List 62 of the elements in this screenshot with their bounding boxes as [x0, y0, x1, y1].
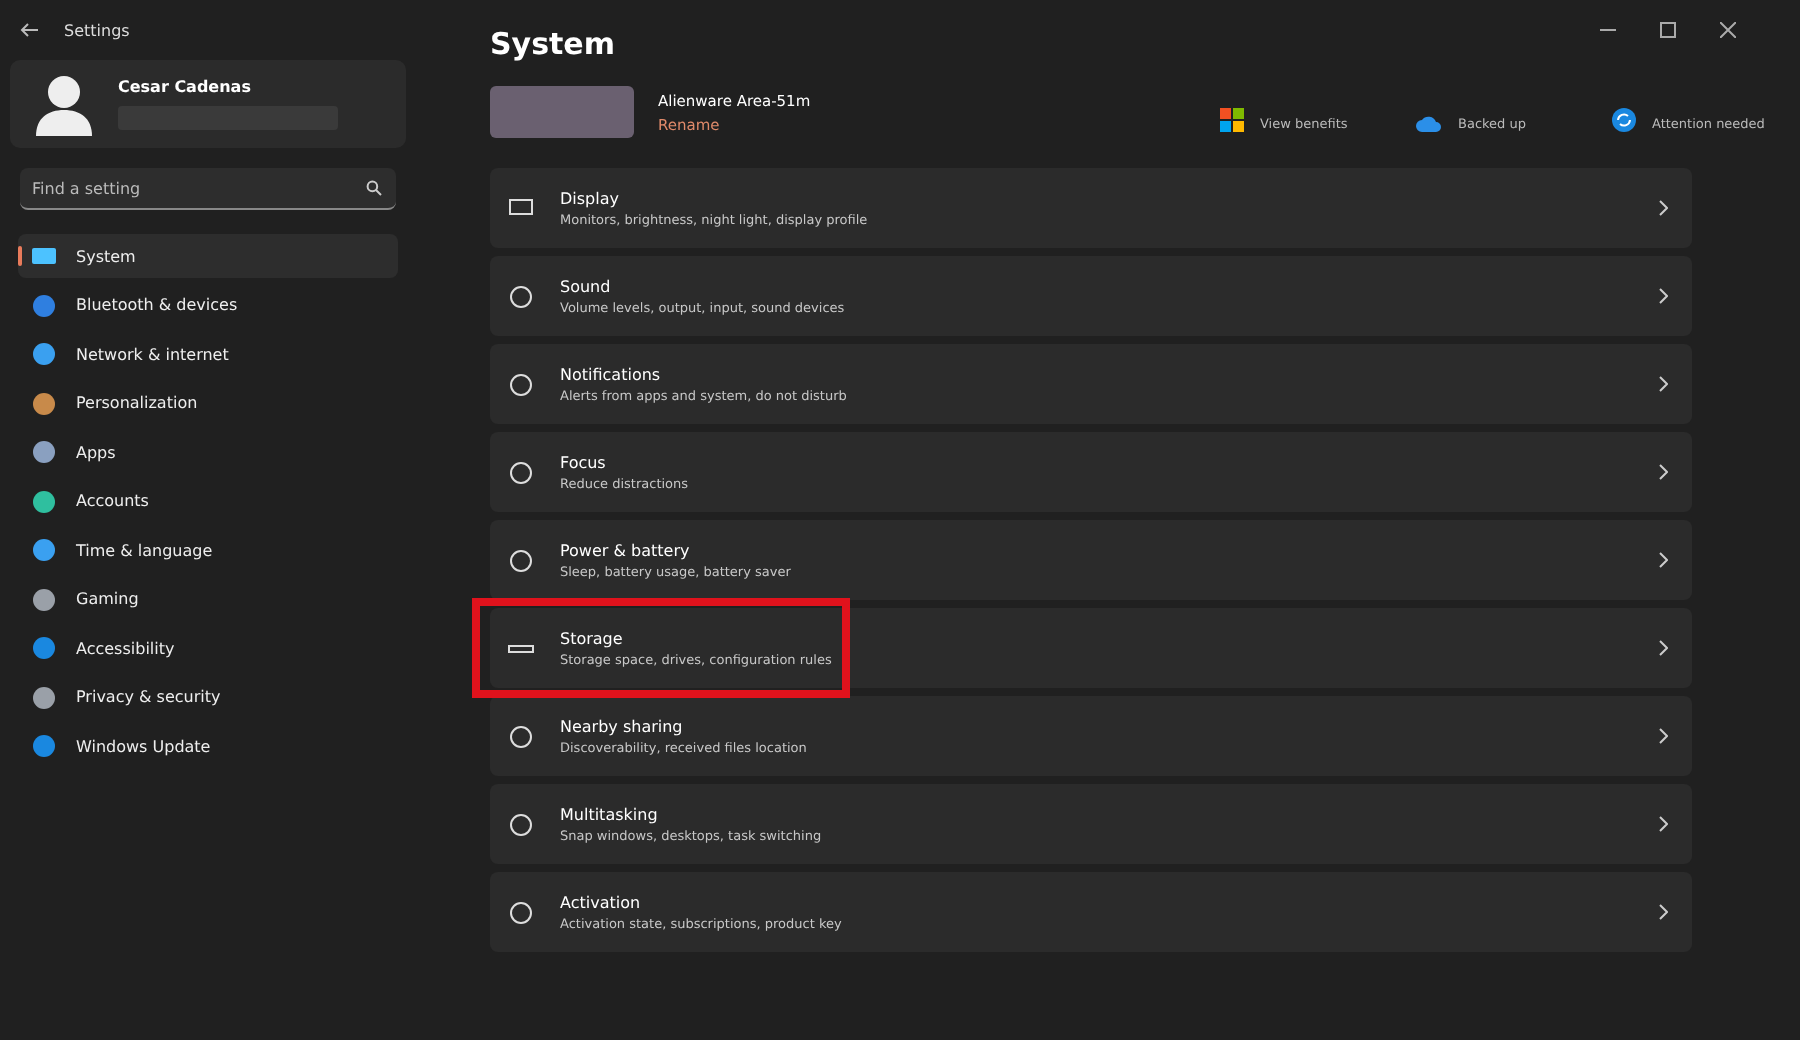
setting-icon	[508, 459, 534, 485]
chevron-right-icon	[1658, 464, 1668, 480]
category-icon	[32, 538, 56, 562]
chevron-right-icon	[1658, 640, 1668, 656]
setting-title: Power & battery	[560, 541, 692, 559]
setting-title: Multitasking	[560, 805, 660, 823]
setting-icon	[508, 899, 534, 925]
sidebar-item[interactable]: Accounts	[18, 479, 398, 523]
setting-title: Notifications	[560, 365, 663, 383]
chevron-right-icon	[1658, 200, 1668, 216]
four-squares-icon	[1220, 108, 1244, 132]
category-icon	[32, 244, 56, 268]
setting-icon	[508, 723, 534, 749]
setting-icon	[508, 283, 534, 309]
sidebar-item[interactable]: Time & language	[18, 528, 398, 572]
sidebar-item[interactable]: Windows Update	[18, 724, 398, 768]
account-name: Cesar Cadenas	[118, 78, 253, 96]
setting-icon	[508, 195, 534, 221]
sidebar-item[interactable]: Network & internet	[18, 332, 398, 376]
avatar-icon	[30, 70, 98, 138]
category-icon	[32, 489, 56, 513]
sidebar-item[interactable]: Personalization	[18, 381, 398, 425]
back-arrow-icon[interactable]	[20, 20, 40, 40]
chevron-right-icon	[1658, 904, 1668, 920]
device-wallpaper-thumbnail	[490, 86, 634, 138]
setting-icon	[508, 371, 534, 397]
cloud-icon	[1416, 116, 1442, 132]
sidebar-item[interactable]: Apps	[18, 430, 398, 474]
chevron-right-icon	[1658, 552, 1668, 568]
sidebar-item[interactable]: Privacy & security	[18, 675, 398, 719]
search-icon	[366, 180, 382, 196]
maximize-icon[interactable]	[1660, 22, 1676, 38]
sidebar-item[interactable]: Accessibility	[18, 626, 398, 670]
chevron-right-icon	[1658, 288, 1668, 304]
search-field[interactable]: Find a setting	[20, 168, 396, 210]
category-icon	[32, 685, 56, 709]
sidebar-item[interactable]: System	[18, 234, 398, 278]
setting-title: Focus	[560, 453, 608, 471]
category-icon	[32, 440, 56, 464]
category-icon	[32, 636, 56, 660]
account-card[interactable]: Cesar Cadenas	[10, 60, 406, 148]
sidebar-item[interactable]: Bluetooth & devices	[18, 283, 398, 327]
category-icon	[32, 293, 56, 317]
chevron-right-icon	[1658, 816, 1668, 832]
setting-title: Activation	[560, 893, 643, 911]
category-icon	[32, 391, 56, 415]
setting-icon	[508, 547, 534, 573]
setting-title: Nearby sharing	[560, 717, 685, 735]
setting-icon	[508, 811, 534, 837]
category-icon	[32, 734, 56, 758]
setting-title: Sound	[560, 277, 613, 295]
category-icon	[32, 342, 56, 366]
chevron-right-icon	[1658, 376, 1668, 392]
sidebar-item[interactable]: Gaming	[18, 577, 398, 621]
category-icon	[32, 587, 56, 611]
close-icon[interactable]	[1720, 22, 1736, 38]
window-title: Settings	[64, 21, 130, 39]
setting-title: Storage	[560, 629, 625, 647]
page-title: System	[490, 24, 615, 66]
sync-icon	[1612, 108, 1636, 132]
setting-title: Display	[560, 189, 621, 207]
chevron-right-icon	[1658, 728, 1668, 744]
